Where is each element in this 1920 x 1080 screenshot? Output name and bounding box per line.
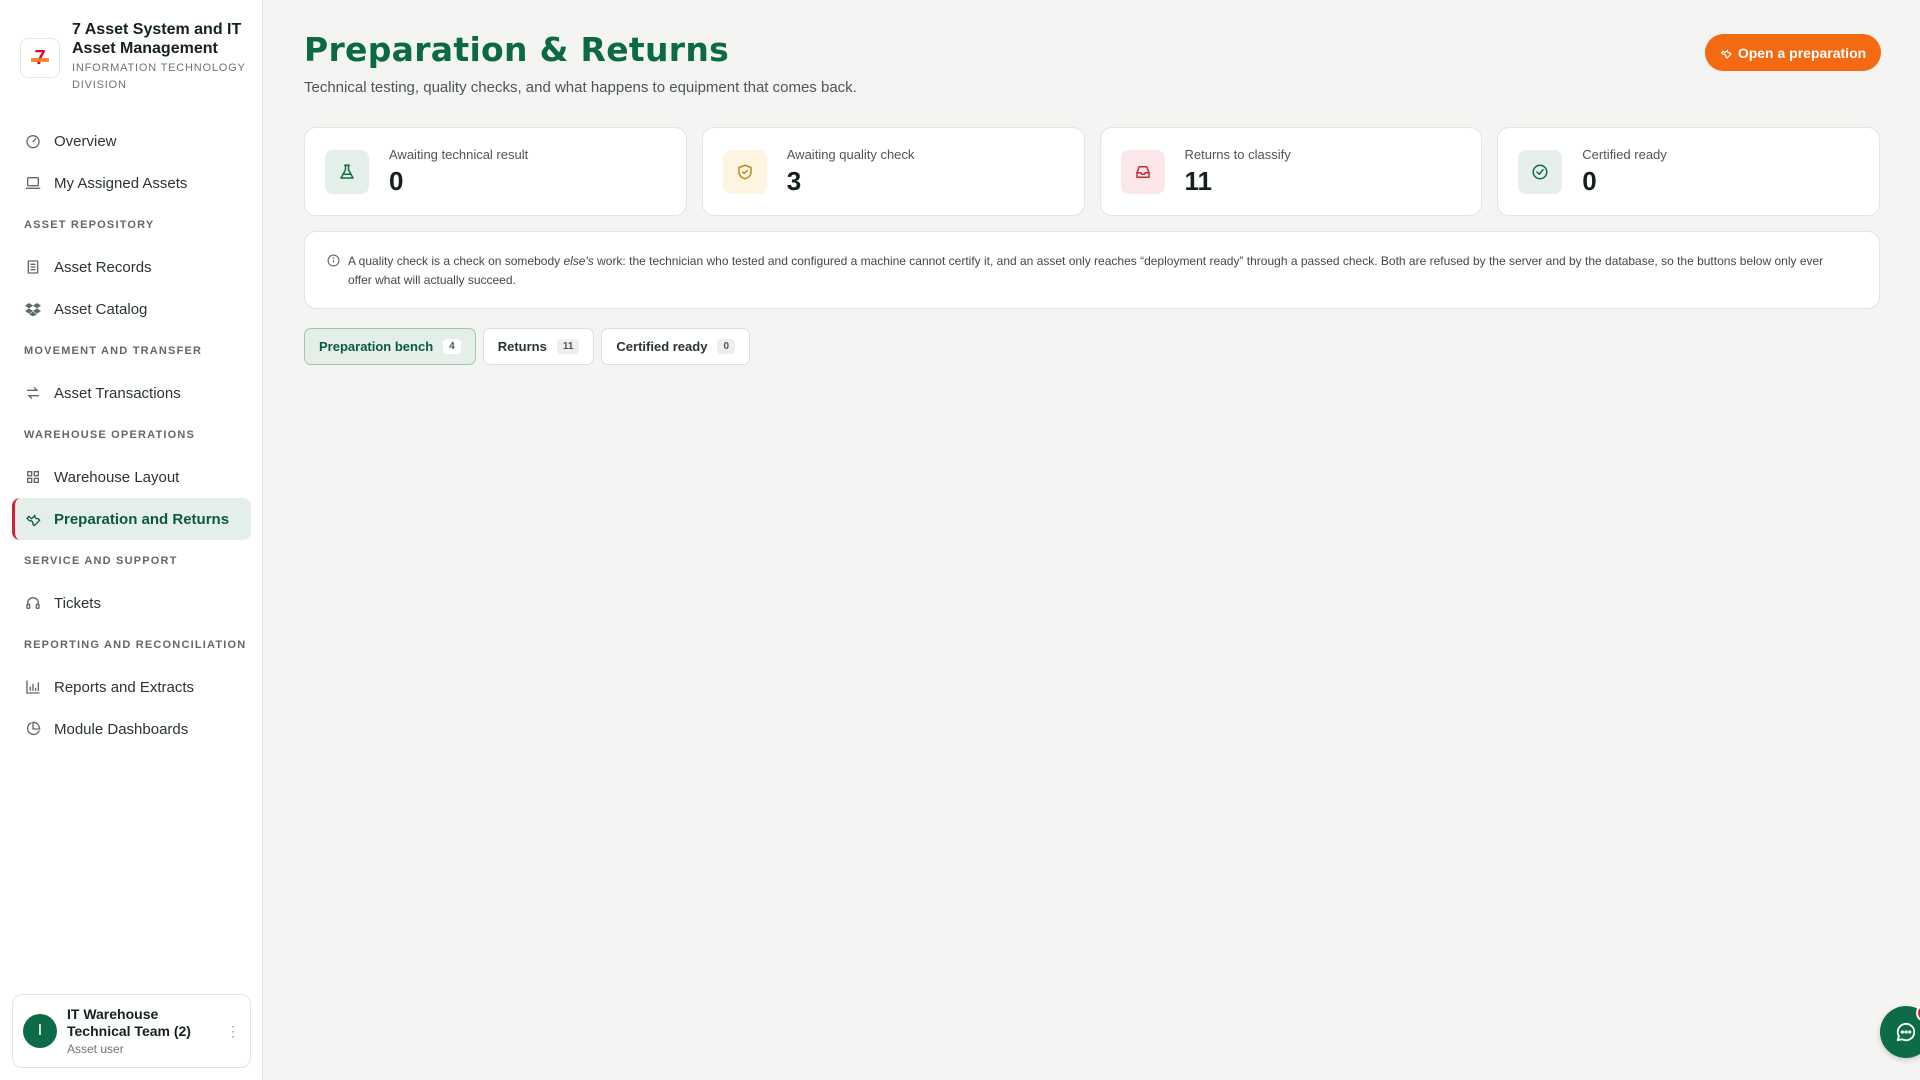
sidebar-item-overview[interactable]: Overview — [12, 120, 251, 162]
stat-card-awaiting-quality-check: Awaiting quality check 3 — [701, 127, 1085, 216]
stat-label: Awaiting technical result — [389, 146, 529, 162]
app-title: 7 Asset System and IT Asset Management — [72, 21, 242, 57]
sidebar-item-label: Module Dashboards — [54, 720, 189, 738]
tab-count-badge: 4 — [443, 339, 461, 354]
user-name: IT Warehouse Technical Team (2) — [67, 1006, 191, 1039]
arrows-swap-icon — [24, 384, 42, 402]
stat-value: 11 — [1184, 165, 1213, 196]
inbox-icon — [1120, 149, 1165, 194]
stat-label: Awaiting quality check — [786, 146, 915, 162]
headset-icon — [24, 594, 42, 612]
page-subtitle: Technical testing, quality checks, and w… — [304, 79, 857, 96]
chat-icon — [1896, 1023, 1916, 1042]
wrench-icon — [1720, 49, 1732, 59]
sidebar-item-label: Overview — [54, 132, 117, 150]
stat-body: Returns to classify 11 — [1185, 147, 1291, 197]
tab-certified-ready[interactable]: Certified ready 0 — [601, 328, 751, 365]
pie-chart-icon — [24, 720, 42, 738]
shield-check-icon — [722, 149, 767, 194]
sidebar-item-label: Asset Transactions — [54, 384, 181, 402]
sidebar-item-module-dashboards[interactable]: Module Dashboards — [12, 708, 251, 750]
tab-count-badge: 11 — [556, 339, 580, 354]
stat-label: Certified ready — [1582, 146, 1667, 162]
info-notice: A quality check is a check on somebody e… — [304, 231, 1880, 309]
user-info: IT Warehouse Technical Team (2) Asset us… — [67, 1006, 216, 1056]
sidebar-item-asset-records[interactable]: Asset Records — [12, 246, 251, 288]
stat-value: 3 — [786, 165, 802, 196]
notification-badge: 1 — [1916, 1004, 1920, 1022]
sidebar-item-label: My Assigned Assets — [54, 174, 188, 192]
bar-chart-icon — [24, 678, 42, 696]
grid-icon — [24, 468, 42, 486]
sidebar-item-reports-and-extracts[interactable]: Reports and Extracts — [12, 666, 251, 708]
more-vertical-icon[interactable]: ⋮ — [226, 1023, 240, 1040]
sidebar-item-warehouse-layout[interactable]: Warehouse Layout — [12, 456, 251, 498]
check-circle-icon — [1518, 149, 1563, 194]
notice-emphasis: else's — [563, 254, 594, 268]
flask-icon — [325, 149, 369, 194]
stat-card-certified-ready: Certified ready 0 — [1497, 127, 1880, 216]
user-card[interactable]: I IT Warehouse Technical Team (2) Asset … — [12, 994, 251, 1068]
stat-body: Awaiting quality check 3 — [787, 147, 915, 197]
section-asset-repository: ASSET REPOSITORY — [24, 219, 155, 231]
open-preparation-button[interactable]: Open a preparation — [1705, 34, 1881, 71]
file-icon — [24, 258, 42, 276]
sidebar-item-label: Preparation and Returns — [54, 510, 230, 528]
dropbox-icon — [24, 300, 42, 318]
app-division: INFORMATION TECHNOLOGY DIVISION — [72, 62, 246, 91]
sidebar-item-my-assigned-assets[interactable]: My Assigned Assets — [12, 162, 251, 204]
stat-label: Returns to classify — [1184, 146, 1291, 162]
tab-returns[interactable]: Returns 11 — [482, 328, 595, 365]
tab-preparation-bench[interactable]: Preparation bench 4 — [304, 328, 476, 365]
sidebar-item-label: Reports and Extracts — [54, 678, 195, 696]
user-role: Asset user — [67, 1042, 124, 1056]
stat-body: Awaiting technical result 0 — [389, 147, 528, 197]
stat-card-returns-to-classify: Returns to classify 11 — [1099, 127, 1483, 216]
stat-card-awaiting-technical-result: Awaiting technical result 0 — [304, 127, 687, 216]
sidebar-item-label: Tickets — [54, 594, 101, 612]
page-title: Preparation & Returns — [304, 30, 730, 69]
sidebar-item-asset-transactions[interactable]: Asset Transactions — [12, 372, 251, 414]
laptop-icon — [24, 174, 42, 192]
sidebar: 7 7 Asset System and IT Asset Management… — [0, 0, 263, 1080]
sidebar-item-asset-catalog[interactable]: Asset Catalog — [12, 288, 251, 330]
stats-row: Awaiting technical result 0 Awaiting quali… — [304, 127, 1880, 216]
tab-label: Certified ready — [616, 339, 708, 354]
section-warehouse-operations: WAREHOUSE OPERATIONS — [24, 429, 196, 441]
tab-bar: Preparation bench 4 Returns 11 Certified rea… — [304, 328, 751, 365]
tab-count-badge: 0 — [717, 339, 736, 354]
sidebar-item-label: Warehouse Layout — [54, 468, 180, 486]
section-reporting-and-reconciliation: REPORTING AND RECONCILIATION — [24, 639, 247, 651]
logo-mark: 7 — [31, 47, 49, 69]
section-movement-and-transfer: MOVEMENT AND TRANSFER — [24, 345, 203, 357]
stat-value: 0 — [389, 165, 404, 196]
brand-text: 7 Asset System and IT Asset Management I… — [72, 20, 256, 94]
info-icon — [327, 254, 340, 267]
notice-text-start: A quality check is a check on somebody — [348, 254, 564, 268]
sidebar-nav: Overview My Assigned Assets ASSET REPOSITO… — [12, 120, 251, 750]
stat-value: 0 — [1582, 165, 1597, 196]
wrench-icon — [24, 510, 42, 528]
chat-button[interactable]: 1 — [1880, 1004, 1920, 1058]
sidebar-item-preparation-and-returns[interactable]: Preparation and Returns — [12, 498, 251, 540]
stat-body: Certified ready 0 — [1582, 147, 1667, 197]
tab-label: Returns — [497, 339, 547, 354]
avatar: I — [23, 1014, 57, 1048]
brand[interactable]: 7 7 Asset System and IT Asset Management… — [20, 20, 256, 94]
gauge-icon — [24, 132, 42, 150]
sidebar-item-label: Asset Catalog — [54, 300, 148, 318]
seven-eleven-logo: 7 — [20, 38, 60, 78]
sidebar-item-label: Asset Records — [54, 258, 152, 276]
sidebar-item-tickets[interactable]: Tickets — [12, 582, 251, 624]
section-service-and-support: SERVICE AND SUPPORT — [24, 555, 178, 567]
tab-label: Preparation bench — [319, 339, 434, 354]
open-preparation-label: Open a preparation — [1737, 44, 1867, 61]
